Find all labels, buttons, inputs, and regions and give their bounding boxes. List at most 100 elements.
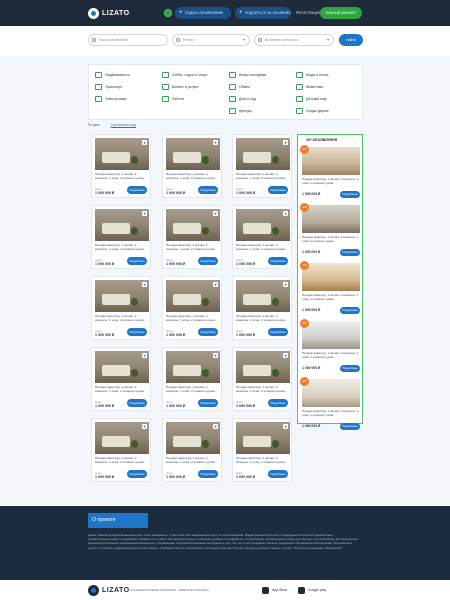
footer-link-contacts[interactable]: КОНТАКТЫ <box>160 588 176 592</box>
favorite-icon[interactable]: ♥ <box>213 424 218 429</box>
listing-photo[interactable]: ♥ <box>166 422 220 454</box>
listing-card[interactable]: ♥ Продаю квартиру, 1 жилая, 2 комнаты, 1 … <box>91 418 151 482</box>
vip-details-button[interactable]: Подробнее <box>340 249 360 256</box>
sort-view-toggle[interactable]: Сортировать вид <box>111 123 136 127</box>
favorite-icon[interactable]: ♥ <box>213 353 218 358</box>
listing-card[interactable]: ♥ Продаю квартиру, 1 жилая, 2 комнаты, 1 … <box>232 276 292 340</box>
listing-photo[interactable]: ♥ <box>236 422 290 454</box>
listing-photo[interactable]: ♥ <box>236 280 290 312</box>
favorite-icon[interactable]: ♥ <box>283 353 288 358</box>
category-item[interactable]: Работа <box>162 94 184 103</box>
category-item[interactable]: Животные <box>296 82 323 91</box>
favorite-icon[interactable]: ♥ <box>283 211 288 216</box>
details-button[interactable]: Подробнее <box>268 257 288 265</box>
google-play-link[interactable]: Google play <box>298 585 326 595</box>
listing-photo[interactable]: ♥ <box>236 351 290 383</box>
listing-card[interactable]: ♥ Продаю квартиру, 1 жилая, 2 комнаты, 1 … <box>91 347 151 411</box>
vip-card[interactable]: VIP Продаю квартиру, 1 жилая, 2 комнаты, … <box>300 377 360 432</box>
listing-card[interactable]: ♥ Продаю квартиру, 1 жилая, 2 комнаты, 1 … <box>232 418 292 482</box>
details-button[interactable]: Подробнее <box>198 328 218 336</box>
details-button[interactable]: Подробнее <box>127 186 147 194</box>
listing-card[interactable]: ♥ Продаю квартиру, 1 жилая, 2 комнаты, 1 … <box>162 418 222 482</box>
listing-photo[interactable]: ♥ <box>95 138 149 170</box>
details-button[interactable]: Подробнее <box>198 470 218 478</box>
category-item[interactable]: Хобби, отдых и спорт <box>162 70 208 79</box>
details-button[interactable]: Подробнее <box>268 186 288 194</box>
details-button[interactable]: Подробнее <box>127 399 147 407</box>
sort-select[interactable]: По дате <box>88 123 100 127</box>
category-item[interactable]: Дом и сад <box>229 94 256 103</box>
details-button[interactable]: Подробнее <box>127 470 147 478</box>
details-button[interactable]: Подробнее <box>127 257 147 265</box>
details-button[interactable]: Подробнее <box>198 399 218 407</box>
details-button[interactable]: Подробнее <box>268 328 288 336</box>
vip-photo[interactable] <box>302 147 360 175</box>
category-item[interactable]: Бизнес и услуги <box>162 82 199 91</box>
region-select[interactable]: Регион ▾ <box>172 34 250 46</box>
category-item[interactable]: Аренда <box>229 106 251 115</box>
listing-card[interactable]: ♥ Продаю квартиру, 1 жилая, 2 комнаты, 1 … <box>232 134 292 198</box>
listing-card[interactable]: ♥ Продаю квартиру, 1 жилая, 2 комнаты, 1 … <box>232 205 292 269</box>
category-item[interactable]: Недвижимость <box>95 70 130 79</box>
listing-photo[interactable]: ♥ <box>166 138 220 170</box>
vip-photo[interactable] <box>302 263 360 291</box>
listing-card[interactable]: ♥ Продаю квартиру, 1 жилая, 2 комнаты, 1 … <box>162 205 222 269</box>
favorite-icon[interactable]: ♥ <box>283 424 288 429</box>
listing-photo[interactable]: ♥ <box>236 209 290 241</box>
listing-card[interactable]: ♥ Продаю квартиру, 1 жилая, 2 комнаты, 1 … <box>162 347 222 411</box>
details-button[interactable]: Подробнее <box>127 328 147 336</box>
details-button[interactable]: Подробнее <box>268 470 288 478</box>
favorite-icon[interactable]: ♥ <box>213 282 218 287</box>
listing-photo[interactable]: ♥ <box>166 351 220 383</box>
favorite-icon[interactable]: ♥ <box>283 282 288 287</box>
listing-card[interactable]: ♥ Продаю квартиру, 1 жилая, 2 комнаты, 1 … <box>91 276 151 340</box>
listing-photo[interactable]: ♥ <box>95 209 149 241</box>
logo[interactable]: LIZATO <box>88 7 130 19</box>
listing-photo[interactable]: ♥ <box>95 351 149 383</box>
listing-photo[interactable]: ♥ <box>166 280 220 312</box>
vip-details-button[interactable]: Подробнее <box>340 423 360 430</box>
post-ad-button[interactable]: ПОДАТЬ ОБЪЯВЛЕНИЕ <box>175 7 231 19</box>
favorite-icon[interactable]: ♥ <box>142 424 147 429</box>
details-button[interactable]: Подробнее <box>198 257 218 265</box>
vip-details-button[interactable]: Подробнее <box>340 365 360 372</box>
search-input[interactable]: Поиск объявлений <box>88 34 168 46</box>
listing-card[interactable]: ♥ Продаю квартиру, 1 жилая, 2 комнаты, 1 … <box>162 276 222 340</box>
vip-photo[interactable] <box>302 379 360 407</box>
footer-link-about[interactable]: О НАШЕМ ПРОЕКТЕ <box>130 588 159 592</box>
favorite-icon[interactable]: ♥ <box>213 211 218 216</box>
listing-photo[interactable]: ♥ <box>166 209 220 241</box>
register-link[interactable]: РЕГИСТРАЦИЯ <box>296 7 321 19</box>
category-item[interactable]: Мода и стиль <box>296 70 328 79</box>
category-item[interactable]: Детский мир <box>296 94 327 103</box>
app-store-link[interactable]: App Store <box>262 585 287 595</box>
favorite-icon[interactable]: ♥ <box>142 211 147 216</box>
vip-card[interactable]: VIP Продаю квартиру, 1 жилая, 2 комнаты, … <box>300 203 360 258</box>
vip-photo[interactable] <box>302 321 360 349</box>
vip-details-button[interactable]: Подробнее <box>340 191 360 198</box>
category-item[interactable]: Транспорт <box>95 82 122 91</box>
category-item[interactable]: Электроника <box>95 94 126 103</box>
listing-photo[interactable]: ♥ <box>236 138 290 170</box>
vip-card[interactable]: VIP Продаю квартиру, 1 жилая, 2 комнаты, … <box>300 261 360 316</box>
details-button[interactable]: Подробнее <box>268 399 288 407</box>
listing-card[interactable]: ♥ Продаю квартиру, 1 жилая, 2 комнаты, 1 … <box>162 134 222 198</box>
listing-card[interactable]: ♥ Продаю квартиру, 1 жилая, 2 комнаты, 1 … <box>91 134 151 198</box>
category-item[interactable]: Вещи молодёжи <box>229 70 266 79</box>
vip-card[interactable]: VIP Продаю квартиру, 1 жилая, 2 комнаты, … <box>300 145 360 200</box>
category-select[interactable]: Выберите категорию ▾ <box>254 34 334 46</box>
search-button[interactable]: Найти <box>339 34 363 46</box>
favorite-icon[interactable]: ♥ <box>283 140 288 145</box>
boost-ad-button[interactable]: ПОДНЯТЬСЯ ЗА ОБЪЯВЛЕНИЯ <box>235 7 291 19</box>
vip-photo[interactable] <box>302 205 360 233</box>
favorite-icon[interactable]: ♥ <box>142 282 147 287</box>
listing-card[interactable]: ♥ Продаю квартиру, 1 жилая, 2 комнаты, 1 … <box>91 205 151 269</box>
vip-card[interactable]: VIP Продаю квартиру, 1 жилая, 2 комнаты, … <box>300 319 360 374</box>
favorite-icon[interactable]: ♥ <box>142 353 147 358</box>
favorite-icon[interactable]: ♥ <box>213 140 218 145</box>
account-button[interactable]: ЛИЧНЫЙ КАБИНЕТ <box>320 7 362 19</box>
footer-logo[interactable]: LIZATO <box>88 585 130 596</box>
favorite-icon[interactable]: ♥ <box>142 140 147 145</box>
category-item[interactable]: Обмен <box>229 82 250 91</box>
footer-link-home[interactable]: ГЛАВНАЯ СТРАНИЦА <box>178 588 209 592</box>
